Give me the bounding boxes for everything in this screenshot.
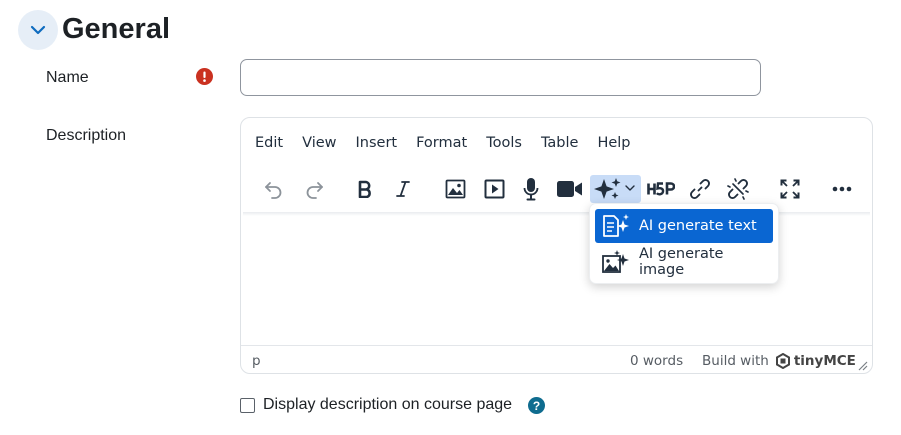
menu-edit[interactable]: Edit bbox=[255, 135, 283, 151]
record-video-button[interactable] bbox=[554, 175, 584, 203]
menu-view[interactable]: View bbox=[302, 135, 336, 151]
editor-statusbar: p 0 words Build with tinyMCE bbox=[241, 345, 872, 375]
display-description-checkbox[interactable] bbox=[240, 398, 255, 413]
redo-button[interactable] bbox=[300, 175, 328, 203]
unlink-button[interactable] bbox=[724, 175, 752, 203]
ai-sparkle-icon bbox=[593, 178, 635, 199]
ai-dropdown-menu: AI generate text AI generate image bbox=[589, 203, 779, 284]
video-camera-icon bbox=[556, 181, 582, 197]
menu-format[interactable]: Format bbox=[416, 135, 467, 151]
menu-help[interactable]: Help bbox=[597, 135, 630, 151]
menu-insert[interactable]: Insert bbox=[356, 135, 398, 151]
ai-tools-button[interactable] bbox=[590, 175, 641, 203]
required-exclamation-icon bbox=[196, 68, 213, 85]
italic-icon bbox=[396, 181, 410, 197]
bold-icon bbox=[358, 180, 371, 198]
italic-button[interactable] bbox=[390, 175, 416, 203]
tinymce-branding[interactable]: Build with tinyMCE bbox=[702, 353, 856, 369]
display-description-label[interactable]: Display description on course page bbox=[263, 396, 512, 414]
chevron-down-icon bbox=[30, 25, 46, 35]
tinymce-logo-icon bbox=[775, 353, 790, 369]
bold-button[interactable] bbox=[352, 175, 378, 203]
menu-table[interactable]: Table bbox=[541, 135, 579, 151]
media-icon bbox=[484, 179, 504, 199]
media-button[interactable] bbox=[480, 175, 508, 203]
h5p-button[interactable] bbox=[646, 175, 676, 203]
image-button[interactable] bbox=[441, 175, 469, 203]
fullscreen-button[interactable] bbox=[776, 175, 804, 203]
unlink-icon bbox=[727, 178, 749, 200]
name-label: Name bbox=[46, 69, 89, 86]
record-audio-button[interactable] bbox=[519, 175, 543, 203]
ai-generate-image-icon bbox=[602, 250, 629, 273]
undo-button[interactable] bbox=[260, 175, 288, 203]
ai-generate-text-label: AI generate text bbox=[639, 218, 757, 234]
more-icon bbox=[832, 186, 852, 192]
section-collapse-button[interactable] bbox=[18, 10, 58, 50]
brand-name: tinyMCE bbox=[793, 353, 856, 369]
link-button[interactable] bbox=[686, 175, 714, 203]
ai-generate-text-item[interactable]: AI generate text bbox=[595, 209, 773, 243]
editor-menubar: Edit View Insert Format Tools Table Help bbox=[255, 135, 650, 151]
name-input[interactable] bbox=[240, 59, 761, 96]
ai-generate-image-label: AI generate image bbox=[638, 246, 724, 278]
ai-generate-text-icon bbox=[603, 214, 629, 237]
word-count[interactable]: 0 words bbox=[630, 353, 683, 369]
section-title: General bbox=[62, 13, 170, 45]
h5p-icon bbox=[647, 182, 675, 196]
element-path[interactable]: p bbox=[252, 353, 261, 369]
more-button[interactable] bbox=[828, 175, 856, 203]
resize-handle-icon[interactable] bbox=[858, 361, 868, 371]
ai-generate-image-item[interactable]: AI generate image bbox=[595, 245, 773, 279]
microphone-icon bbox=[523, 178, 539, 201]
menu-tools[interactable]: Tools bbox=[486, 135, 522, 151]
redo-icon bbox=[306, 182, 323, 199]
link-icon bbox=[690, 179, 710, 199]
build-with-text: Build with bbox=[702, 353, 769, 369]
description-label: Description bbox=[46, 127, 127, 144]
help-question-icon[interactable]: ? bbox=[528, 397, 545, 414]
fullscreen-icon bbox=[780, 179, 800, 199]
image-icon bbox=[445, 179, 465, 199]
undo-icon bbox=[265, 182, 282, 199]
